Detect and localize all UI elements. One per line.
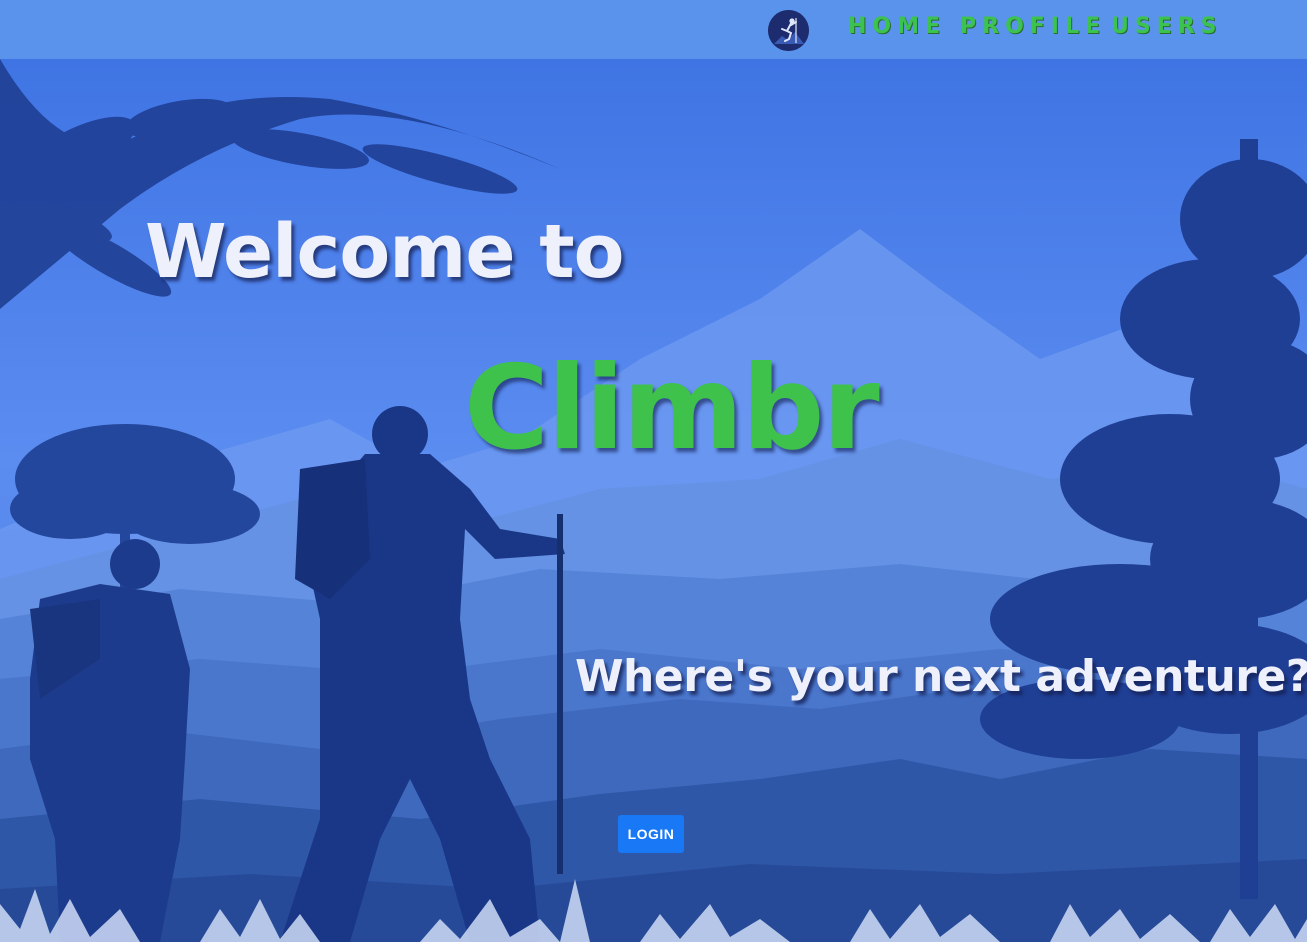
nav-link-users[interactable]: USERS: [1111, 14, 1223, 39]
welcome-heading: Welcome to: [145, 209, 625, 295]
brand-title: Climbr: [464, 341, 880, 476]
login-button[interactable]: LOGIN: [618, 815, 684, 853]
landing-page: HOME PROFILE USERS Welcome to Climbr Whe…: [0, 0, 1307, 942]
hikers-landscape-illustration: [0, 59, 1307, 942]
top-navbar: HOME PROFILE USERS: [0, 0, 1307, 59]
nav-link-home[interactable]: HOME: [848, 14, 946, 39]
climber-logo-icon[interactable]: [768, 10, 809, 51]
nav-link-profile[interactable]: PROFILE: [960, 14, 1106, 39]
hero-section: Welcome to Climbr Where's your next adve…: [0, 59, 1307, 942]
tagline-text: Where's your next adventure?: [575, 651, 1307, 702]
